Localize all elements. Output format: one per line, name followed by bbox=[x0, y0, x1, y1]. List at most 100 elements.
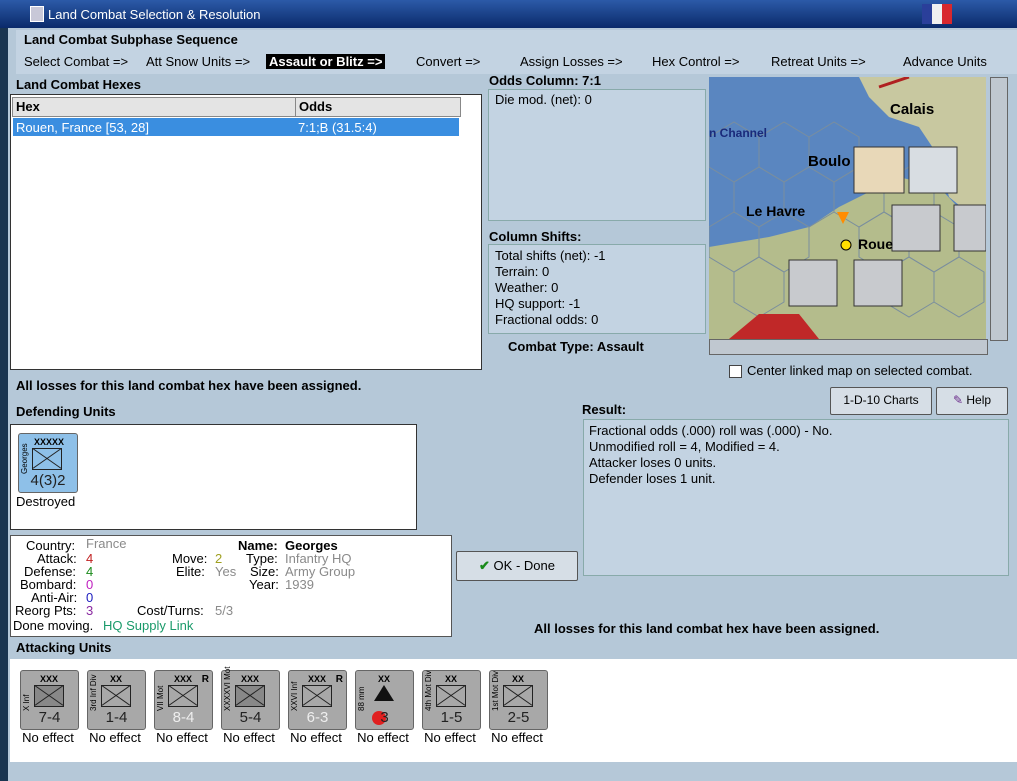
map-label-boulogne: Boulo bbox=[808, 153, 851, 170]
unit-size: XXX bbox=[39, 674, 58, 684]
unit-strength: 4(3)2 bbox=[30, 472, 66, 489]
attacking-unit-card[interactable]: XX 88 mm 3 bbox=[355, 670, 414, 730]
hex-cell: Rouen, France [53, 28] bbox=[16, 120, 149, 135]
hexes-title: Land Combat Hexes bbox=[16, 77, 141, 92]
result-title: Result: bbox=[582, 402, 627, 417]
infantry-icon bbox=[32, 448, 62, 470]
seq-step-advance: Advance Units bbox=[903, 54, 987, 69]
unit-size: XX bbox=[511, 674, 524, 684]
seq-step-att-snow: Att Snow Units => bbox=[146, 54, 251, 69]
reserve-flag: R bbox=[201, 674, 209, 685]
seq-step-retreat: Retreat Units => bbox=[771, 54, 866, 69]
attacking-unit-card[interactable]: XXX XXXXVI Mot 5-4 bbox=[221, 667, 280, 730]
die-mod: Die mod. (net): 0 bbox=[495, 92, 592, 107]
attacking-unit-status: No effect bbox=[89, 730, 141, 745]
unit-name: 1st Mot Div bbox=[491, 670, 500, 711]
odds-column-title: Odds Column: 7:1 bbox=[489, 73, 601, 88]
column-shifts-title: Column Shifts: bbox=[489, 229, 582, 244]
map-label-channel: n Channel bbox=[709, 126, 768, 140]
unit-name: VII Mot bbox=[156, 685, 165, 711]
seq-step-assault-blitz: Assault or Blitz => bbox=[266, 54, 386, 69]
infantry-icon bbox=[101, 685, 131, 707]
odds-column-header[interactable]: Odds bbox=[295, 97, 461, 117]
unit-strength: 3 bbox=[380, 709, 389, 726]
map-label-calais: Calais bbox=[890, 101, 935, 118]
unit-size: XXX bbox=[240, 674, 259, 684]
unit-name: 3rd Inf Div bbox=[89, 674, 98, 711]
year-label: Year: bbox=[249, 577, 279, 592]
done-moving-label: Done moving. bbox=[13, 618, 94, 633]
attacking-unit-status: No effect bbox=[424, 730, 476, 745]
map-vertical-scrollbar[interactable] bbox=[990, 77, 1008, 341]
defending-title: Defending Units bbox=[16, 404, 116, 419]
unit-strength: 8-4 bbox=[172, 709, 195, 726]
center-map-checkbox[interactable] bbox=[729, 365, 742, 378]
defending-unit-card[interactable]: XXXXX Georges 4(3)2 bbox=[18, 433, 78, 493]
help-button-label: Help bbox=[966, 393, 992, 407]
attacking-unit-status: No effect bbox=[156, 730, 208, 745]
help-button[interactable]: ✎ Help bbox=[936, 387, 1008, 415]
unit-name: XXVI Inf bbox=[290, 681, 299, 711]
cost-label: Cost/Turns: bbox=[137, 603, 204, 618]
infantry-icon bbox=[34, 685, 64, 707]
attacking-unit-card[interactable]: XXX X Inf 7-4 bbox=[20, 670, 79, 730]
artillery-icon bbox=[374, 685, 394, 701]
unit-strength: 7-4 bbox=[38, 709, 61, 726]
checkmark-icon: ✔ bbox=[479, 558, 490, 573]
seq-step-hex-control: Hex Control => bbox=[652, 54, 740, 69]
attacking-unit-card[interactable]: XXX VII Mot 8-4 R bbox=[154, 670, 213, 730]
linked-map[interactable]: Calais Boulo Le Havre Roue n Channel bbox=[709, 77, 986, 339]
title-bar: Land Combat Selection & Resolution bbox=[0, 0, 1017, 28]
center-map-label: Center linked map on selected combat. bbox=[747, 363, 973, 378]
shift-fractional: Fractional odds: 0 bbox=[495, 312, 599, 327]
shift-weather: Weather: 0 bbox=[495, 280, 559, 295]
unit-size: XX bbox=[109, 674, 122, 684]
shift-hq-support: HQ support: -1 bbox=[495, 296, 581, 311]
france-flag-icon bbox=[922, 4, 952, 24]
result-line: Attacker loses 0 units. bbox=[589, 455, 717, 470]
infantry-icon bbox=[302, 685, 332, 707]
sequence-title: Land Combat Subphase Sequence bbox=[24, 32, 238, 47]
attacking-unit-card[interactable]: XX 1st Mot Div 2-5 bbox=[489, 670, 548, 730]
attacking-unit-card[interactable]: XX 4th Mot Div 1-5 bbox=[422, 670, 481, 730]
reorg-label: Reorg Pts: bbox=[15, 603, 77, 618]
result-line: Unmodified roll = 4, Modified = 4. bbox=[589, 439, 780, 454]
unit-size: XX bbox=[377, 674, 390, 684]
map-horizontal-scrollbar[interactable] bbox=[709, 339, 988, 355]
unit-size: XXX bbox=[307, 674, 326, 684]
unit-name: 88 mm bbox=[357, 686, 366, 711]
motorized-infantry-icon bbox=[168, 685, 198, 707]
odds-cell: 7:1;B (31.5:4) bbox=[298, 120, 377, 135]
unit-strength: 1-5 bbox=[440, 709, 463, 726]
reorg-value: 3 bbox=[86, 603, 94, 618]
attacking-unit-card[interactable]: XXX XXVI Inf 6-3 R bbox=[288, 670, 347, 730]
attacking-unit-status: No effect bbox=[22, 730, 74, 745]
unit-size: XX bbox=[444, 674, 457, 684]
ok-done-button[interactable]: ✔ OK - Done bbox=[456, 551, 578, 581]
window-icon bbox=[30, 6, 44, 22]
attacking-title: Attacking Units bbox=[16, 640, 112, 655]
ok-done-label: OK - Done bbox=[493, 558, 555, 573]
motorized-infantry-icon bbox=[436, 685, 466, 707]
country-value: France bbox=[86, 536, 127, 551]
window-title: Land Combat Selection & Resolution bbox=[48, 7, 261, 22]
defending-unit-status: Destroyed bbox=[16, 494, 76, 509]
supply-status: HQ Supply Link bbox=[103, 618, 194, 633]
losses-message-bottom: All losses for this land combat hex have… bbox=[534, 621, 880, 636]
attacking-unit-card[interactable]: XX 3rd Inf Div 1-4 bbox=[87, 670, 146, 730]
unit-strength: 5-4 bbox=[239, 709, 262, 726]
unit-name: Georges bbox=[20, 443, 29, 474]
unit-size: XXX bbox=[173, 674, 192, 684]
seq-step-convert: Convert => bbox=[416, 54, 481, 69]
result-line: Fractional odds (.000) roll was (.000) -… bbox=[589, 423, 833, 438]
seq-step-assign-losses: Assign Losses => bbox=[520, 54, 623, 69]
map-label-le-havre: Le Havre bbox=[746, 203, 806, 219]
attacking-unit-status: No effect bbox=[357, 730, 409, 745]
unit-strength: 1-4 bbox=[105, 709, 128, 726]
unit-strength: 2-5 bbox=[507, 709, 530, 726]
charts-button[interactable]: 1-D-10 Charts bbox=[830, 387, 932, 415]
table-row[interactable]: Rouen, France [53, 28] 7:1;B (31.5:4) bbox=[13, 118, 459, 136]
shift-total: Total shifts (net): -1 bbox=[495, 248, 606, 263]
elite-label: Elite: bbox=[176, 564, 205, 579]
hex-column-header[interactable]: Hex bbox=[12, 97, 296, 117]
